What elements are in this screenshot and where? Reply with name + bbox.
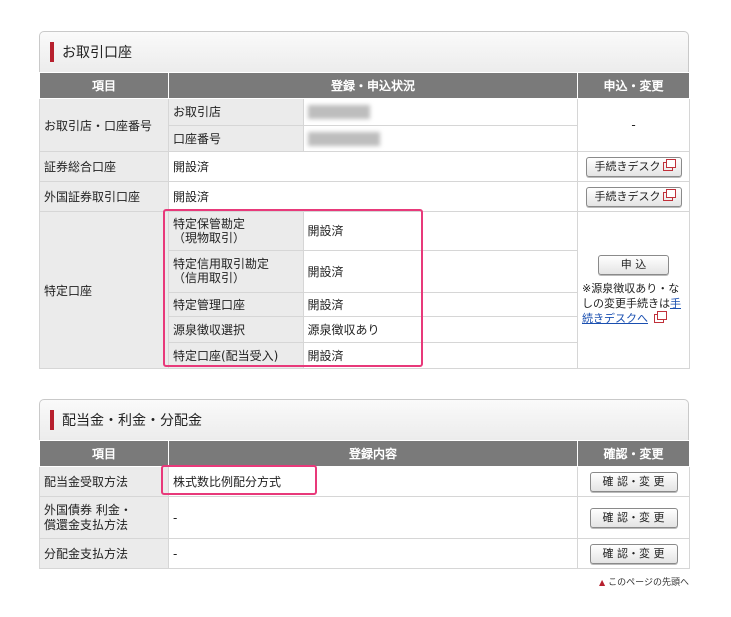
specific-item-value: 源泉徴収あり — [302, 315, 577, 343]
specific-item-value: 開設済 — [302, 249, 577, 293]
account-panel-title: お取引口座 — [62, 45, 132, 61]
branch-action: - — [577, 98, 690, 152]
page-top-link[interactable]: ▲ このページの先頭へ — [599, 575, 689, 588]
account-panel: お取引口座 項目 登録・申込状況 申込・変更 お取引店・口座番号 お取引店 口座… — [39, 31, 690, 369]
dividend-table: 項目 登録内容 確認・変更 配当金受取方法 株式数比例配分方式 確 認・変 更 … — [39, 440, 690, 569]
branch-value-masked — [307, 105, 370, 119]
specific-item-value: 開設済 — [302, 291, 577, 317]
dividend-panel: 配当金・利金・分配金 項目 登録内容 確認・変更 配当金受取方法 株式数比例配分… — [39, 399, 690, 569]
dividend-method-value: 株式数比例配分方式 — [168, 466, 578, 497]
dividend-panel-header: 配当金・利金・分配金 — [39, 399, 689, 440]
securities-desk-button-label: 手続きデスク — [594, 159, 661, 173]
distribution-confirm-button[interactable]: 確 認・変 更 — [589, 543, 678, 564]
foreign-desk-button[interactable]: 手続きデスク — [585, 186, 682, 207]
specific-account-label: 特定口座 — [39, 211, 169, 369]
specific-item-value: 開設済 — [302, 341, 577, 368]
specific-item-label: 特定口座(配当受入) — [169, 341, 304, 368]
dividend-confirm-button[interactable]: 確 認・変 更 — [589, 471, 678, 492]
foreign-account-status: 開設済 — [168, 181, 578, 212]
specific-note: ※源泉徴収あり・なしの変更手続きは手続きデスクへ — [580, 281, 687, 326]
header-apply: 申込・変更 — [577, 72, 690, 99]
dividend-method-label: 配当金受取方法 — [39, 466, 169, 497]
account-number-masked — [307, 131, 380, 146]
account-table: 項目 登録・申込状況 申込・変更 お取引店・口座番号 お取引店 口座番号 - 証… — [39, 72, 690, 369]
accent-bar — [50, 42, 54, 62]
foreign-bond-confirm-button[interactable]: 確 認・変 更 — [589, 507, 678, 528]
securities-account-label: 証券総合口座 — [39, 151, 169, 182]
specific-item-label: 特定信用取引勘定 （信用取引） — [169, 249, 304, 293]
branch-label: お取引店 — [169, 99, 304, 126]
new-window-icon — [662, 158, 676, 171]
account-panel-header: お取引口座 — [39, 31, 689, 72]
specific-note-text: ※源泉徴収あり・なしの変更手続きは — [582, 281, 680, 310]
header-content: 登録内容 — [168, 440, 578, 467]
accent-bar — [50, 410, 54, 430]
foreign-account-label: 外国証券取引口座 — [39, 181, 169, 212]
header-item: 項目 — [39, 72, 169, 99]
foreign-desk-button-label: 手続きデスク — [594, 189, 661, 203]
specific-item-label: 特定管理口座 — [169, 291, 304, 317]
specific-item-label: 源泉徴収選択 — [169, 315, 304, 343]
branch-account-label: お取引店・口座番号 — [39, 98, 169, 152]
page-top-label: このページの先頭へ — [608, 578, 689, 588]
securities-desk-button[interactable]: 手続きデスク — [585, 156, 682, 177]
new-window-icon — [653, 310, 667, 323]
header-confirm: 確認・変更 — [577, 440, 690, 467]
dividend-panel-title: 配当金・利金・分配金 — [62, 413, 202, 429]
distribution-method-label: 分配金支払方法 — [39, 538, 169, 569]
foreign-bond-interest-label: 外国債券 利金・ 償還金支払方法 — [39, 496, 169, 539]
account-number-label: 口座番号 — [169, 124, 304, 151]
foreign-bond-interest-value: - — [168, 496, 578, 539]
specific-apply-button[interactable]: 申 込 — [597, 254, 670, 275]
header-status: 登録・申込状況 — [168, 72, 578, 99]
triangle-up-icon: ▲ — [599, 578, 606, 587]
securities-account-status: 開設済 — [168, 151, 578, 182]
specific-item-label: 特定保管勘定 （現物取引） — [169, 212, 304, 251]
specific-item-value: 開設済 — [302, 212, 577, 251]
distribution-method-value: - — [168, 538, 578, 569]
new-window-icon — [662, 188, 676, 201]
header-item: 項目 — [39, 440, 169, 467]
